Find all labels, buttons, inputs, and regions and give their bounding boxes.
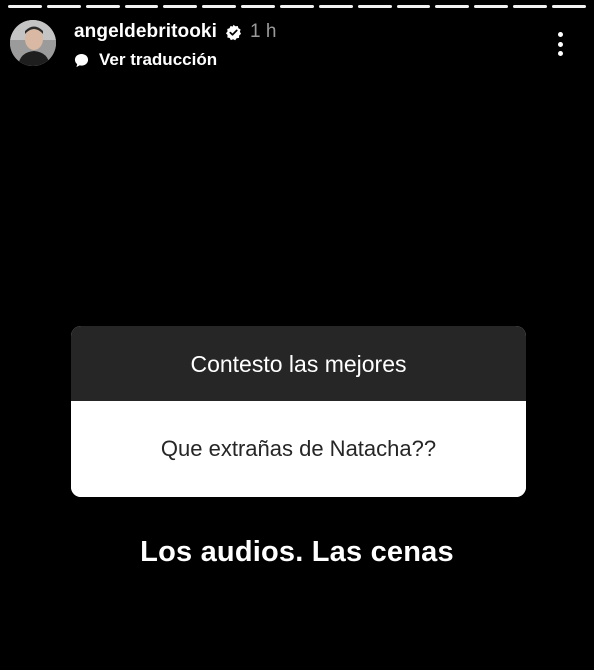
- progress-segment: [241, 5, 276, 8]
- progress-segment: [124, 5, 159, 8]
- user-line: angeldebritooki 1 h: [74, 20, 276, 44]
- more-dot: [557, 41, 563, 47]
- story-header: angeldebritooki 1 h Ver traducción: [10, 20, 584, 72]
- progress-segment: [163, 5, 198, 8]
- progress-segment: [280, 5, 314, 8]
- post-time: 1 h: [249, 21, 277, 42]
- speech-bubble-icon: [74, 53, 89, 68]
- progress-segment: [46, 5, 81, 8]
- progress-segment: [435, 5, 470, 8]
- avatar-image: [10, 20, 56, 66]
- progress-segment: [202, 5, 237, 8]
- progress-segment: [357, 5, 392, 8]
- question-sticker[interactable]: Contesto las mejores Que extrañas de Nat…: [71, 326, 526, 497]
- progress-segment: [474, 5, 509, 8]
- progress-segment: [552, 5, 586, 8]
- progress-segment: [8, 5, 42, 8]
- question-sticker-header: Contesto las mejores: [71, 326, 526, 401]
- translate-link[interactable]: Ver traducción: [74, 49, 217, 71]
- progress-segment: [513, 5, 548, 8]
- progress-segment: [318, 5, 353, 8]
- question-sticker-body: Que extrañas de Natacha??: [71, 401, 526, 497]
- question-prompt: Contesto las mejores: [190, 351, 407, 377]
- question-text: Que extrañas de Natacha??: [160, 436, 437, 461]
- avatar[interactable]: [10, 20, 56, 66]
- story-view[interactable]: angeldebritooki 1 h Ver traducción Conte…: [0, 0, 594, 670]
- translate-label[interactable]: Ver traducción: [99, 50, 217, 70]
- more-dot: [557, 51, 563, 56]
- progress-segment: [396, 5, 431, 8]
- progress-segment: [85, 5, 120, 8]
- story-progress-bar: [8, 5, 586, 8]
- answer-text: Los audios. Las cenas: [140, 536, 454, 568]
- more-vertical-icon[interactable]: [556, 32, 564, 56]
- verified-badge-icon: [225, 24, 242, 41]
- more-dot: [557, 32, 563, 37]
- username[interactable]: angeldebritooki: [74, 21, 217, 43]
